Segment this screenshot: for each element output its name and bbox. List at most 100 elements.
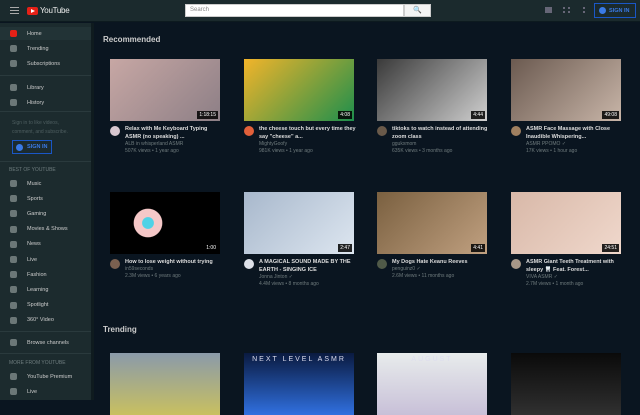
video-stats: 2.3M views • 6 years ago: [125, 273, 181, 279]
sidebar-item-news[interactable]: News: [0, 238, 91, 251]
trending-video-card[interactable]: AUGUST: [377, 353, 489, 415]
sidebar-item-home[interactable]: Home: [0, 27, 91, 40]
video-card[interactable]: 1:18:15 Relax with Me Keyboard Typing ASM…: [110, 59, 222, 155]
channel-avatar[interactable]: [511, 259, 521, 269]
video-thumbnail[interactable]: 1:18:15: [110, 59, 220, 121]
create-video-icon[interactable]: [545, 7, 552, 13]
video-card[interactable]: 2:47 A MAGICAL SOUND MADE BY THE EARTH - …: [244, 192, 356, 288]
video-title[interactable]: Relax with Me Keyboard Typing ASMR (no s…: [125, 125, 222, 141]
sidebar-item-trending[interactable]: Trending: [0, 42, 91, 55]
video-duration: 4:08: [338, 111, 352, 119]
video-thumbnail[interactable]: 4:41: [377, 192, 487, 254]
divider: [0, 111, 91, 112]
video-card[interactable]: 4:41 My Dogs Hate Keanu Reeves penguinz0 ✓…: [377, 192, 489, 280]
sidebar-item-subscriptions[interactable]: Subscriptions: [0, 57, 91, 70]
youtube-logo[interactable]: YouTube: [27, 6, 70, 15]
channel-name[interactable]: penguinz0 ✓: [392, 266, 468, 273]
sidebar-item-movies-shows[interactable]: Movies & Shows: [0, 223, 91, 236]
video-title[interactable]: My Dogs Hate Keanu Reeves: [392, 258, 468, 266]
video-title[interactable]: tiktoks to watch instead of attending zo…: [392, 125, 489, 141]
channel-name[interactable]: MightyGoofy: [259, 141, 356, 148]
video-thumbnail[interactable]: 4:08: [244, 59, 354, 121]
trending-video-card[interactable]: [110, 353, 222, 415]
logo-text: YouTube: [40, 6, 70, 15]
video-title[interactable]: the cheese touch but every time they say…: [259, 125, 356, 141]
sidebar-item-label: Subscriptions: [27, 60, 61, 67]
more-options-icon[interactable]: [583, 7, 585, 13]
trending-video-card[interactable]: [511, 353, 623, 415]
search-button[interactable]: 🔍: [404, 4, 431, 17]
sidebar-item-360-video[interactable]: 360° Video: [0, 314, 91, 327]
video-thumbnail[interactable]: 49:08: [511, 59, 621, 121]
channel-avatar[interactable]: [110, 259, 120, 269]
video-thumbnail[interactable]: AUGUST: [377, 353, 487, 415]
sign-in-button[interactable]: SIGN IN: [594, 3, 636, 18]
sidebar-item-spotlight[interactable]: Spotlight: [0, 299, 91, 312]
video-stats: 17K views • 1 hour ago: [526, 148, 578, 154]
video-card[interactable]: 24:51 ASMR Giant Teeth Treatment with sle…: [511, 192, 623, 288]
sidebar-item-label: Fashion: [27, 271, 47, 278]
channel-avatar[interactable]: [377, 259, 387, 269]
account-icon: [599, 7, 606, 14]
video-title[interactable]: How to lose weight without trying: [125, 258, 213, 266]
sidebar-item-sports[interactable]: Sports: [0, 192, 91, 205]
channel-avatar[interactable]: [244, 259, 254, 269]
hamburger-menu-icon[interactable]: [10, 7, 19, 14]
sidebar-item-browse-channels[interactable]: Browse channels: [0, 336, 91, 349]
sidebar-item-gaming[interactable]: Gaming: [0, 207, 91, 220]
sidebar-item-music[interactable]: Music: [0, 177, 91, 190]
video-card[interactable]: 1:00 How to lose weight without trying in5…: [110, 192, 222, 280]
video-card[interactable]: 4:44 tiktoks to watch instead of attendin…: [377, 59, 489, 155]
video-card[interactable]: 4:08 the cheese touch but every time they…: [244, 59, 356, 155]
trending-video-card[interactable]: NEXT LEVEL ASMR: [244, 353, 356, 415]
channel-name[interactable]: ggukxmom: [392, 141, 489, 148]
video-duration: 4:44: [471, 111, 485, 119]
video-stats: 2.6M views • 11 months ago: [392, 273, 455, 279]
home-icon: [10, 30, 17, 37]
video-stats: 2.7M views • 1 month ago: [526, 281, 584, 287]
sidebar-item-history[interactable]: History: [0, 96, 91, 109]
top-bar: YouTube Search 🔍 SIGN IN: [0, 0, 640, 22]
video-title[interactable]: A MAGICAL SOUND MADE BY THE EARTH - SING…: [259, 258, 356, 274]
video-thumbnail[interactable]: 4:44: [377, 59, 487, 121]
sidebar-sign-in-button[interactable]: SIGN IN: [12, 140, 52, 154]
section-title-recommended: Recommended: [103, 35, 161, 44]
channel-name[interactable]: ASMR PPOMO ✓: [526, 141, 623, 148]
video-thumbnail[interactable]: 24:51: [511, 192, 621, 254]
sidebar: Home Trending Subscriptions Library History S…: [0, 23, 91, 400]
video-card[interactable]: 49:08 ASMR Face Massage with Close Inaudi…: [511, 59, 623, 155]
channel-avatar[interactable]: [110, 126, 120, 136]
apps-grid-icon[interactable]: [563, 7, 570, 13]
video-thumbnail[interactable]: NEXT LEVEL ASMR: [244, 353, 354, 415]
video-stats: 4.4M views • 8 months ago: [259, 281, 319, 287]
music-icon: [10, 180, 17, 187]
library-icon: [10, 84, 17, 91]
sidebar-item-fashion[interactable]: Fashion: [0, 268, 91, 281]
channel-name[interactable]: VIVA ASMR ✓: [526, 274, 623, 281]
thumbnail-caption: AUGUST: [411, 356, 453, 363]
channel-name[interactable]: Jonna Jinton ✓: [259, 274, 356, 281]
sidebar-item-youtube-premium[interactable]: YouTube Premium: [0, 370, 91, 383]
channel-avatar[interactable]: [511, 126, 521, 136]
more-from-youtube-heading: MORE FROM YOUTUBE: [9, 360, 66, 366]
video-thumbnail[interactable]: 1:00: [110, 192, 220, 254]
channel-name[interactable]: in59seconds: [125, 266, 213, 273]
video-thumbnail[interactable]: [110, 353, 220, 415]
channel-avatar[interactable]: [377, 126, 387, 136]
channel-name[interactable]: ALB in whisperland ASMR: [125, 141, 222, 148]
sidebar-item-live[interactable]: Live: [0, 253, 91, 266]
sidebar-item-live[interactable]: Live: [0, 385, 91, 398]
learning-icon: [10, 286, 17, 294]
video-title[interactable]: ASMR Face Massage with Close Inaudible W…: [526, 125, 623, 141]
video-stats: 635K views • 3 months ago: [392, 148, 453, 154]
sidebar-item-label: Music: [27, 180, 42, 187]
search-input[interactable]: Search: [185, 4, 404, 17]
sidebar-item-library[interactable]: Library: [0, 81, 91, 94]
sidebar-item-label: Library: [27, 84, 44, 91]
sidebar-item-learning[interactable]: Learning: [0, 283, 91, 296]
video-thumbnail[interactable]: [511, 353, 621, 415]
video-title[interactable]: ASMR Giant Teeth Treatment with sleepy 🦷…: [526, 258, 623, 274]
video-thumbnail[interactable]: 2:47: [244, 192, 354, 254]
channel-avatar[interactable]: [244, 126, 254, 136]
sidebar-scrollbar[interactable]: [91, 23, 94, 400]
